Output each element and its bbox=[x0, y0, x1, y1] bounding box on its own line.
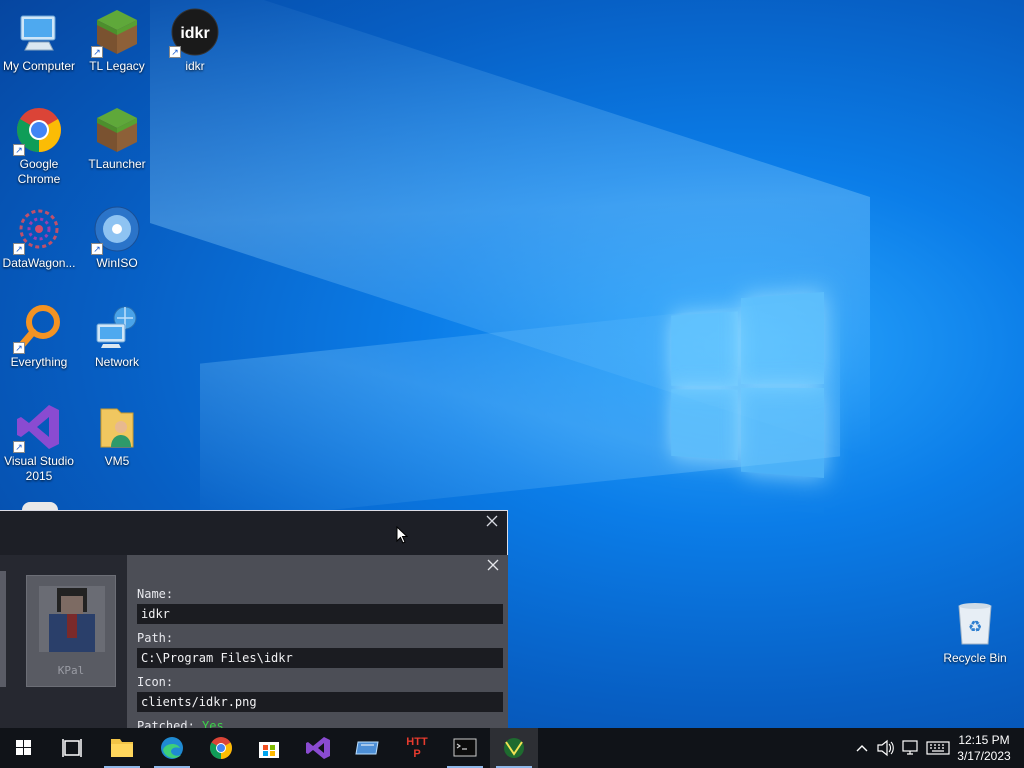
desktop-icon-google-chrome[interactable]: ↗ Google Chrome bbox=[0, 106, 78, 187]
show-hidden-icons-button[interactable] bbox=[852, 728, 872, 768]
file-explorer-icon bbox=[111, 739, 133, 757]
desktop-icon-tlauncher[interactable]: TLauncher bbox=[78, 106, 156, 172]
network-button[interactable] bbox=[898, 728, 922, 768]
panel-close-button[interactable] bbox=[486, 559, 500, 573]
computer-icon bbox=[15, 8, 63, 56]
taskbar-visual-studio[interactable] bbox=[295, 728, 343, 768]
terminal-icon bbox=[453, 738, 477, 757]
user-folder-icon bbox=[93, 403, 141, 451]
name-field[interactable]: idkr bbox=[137, 604, 503, 624]
client-details-panel: Name: idkr Path: C:\Program Files\idkr I… bbox=[127, 555, 508, 733]
taskbar-edge[interactable] bbox=[148, 728, 196, 768]
launcher-icon bbox=[504, 738, 524, 758]
icon-field[interactable]: clients/idkr.png bbox=[137, 692, 503, 712]
client-card-partial[interactable] bbox=[0, 571, 6, 687]
keyboard-button[interactable] bbox=[924, 728, 952, 768]
task-view-icon bbox=[62, 739, 82, 757]
windows-logo-wallpaper bbox=[671, 288, 824, 480]
shortcut-arrow-icon: ↗ bbox=[13, 441, 25, 453]
shortcut-arrow-icon: ↗ bbox=[91, 46, 103, 58]
desktop-icon-datawagon[interactable]: ↗ DataWagon... bbox=[0, 205, 78, 271]
client-card[interactable]: KPal bbox=[26, 575, 116, 687]
window-content: KPal Name: idkr Path: C:\Program Files\i… bbox=[0, 555, 508, 733]
grass-block-icon: ↗ bbox=[91, 8, 141, 58]
taskbar-store[interactable] bbox=[245, 728, 293, 768]
visual-studio-icon: ↗ bbox=[13, 403, 63, 453]
shortcut-arrow-icon: ↗ bbox=[13, 243, 25, 255]
desktop-icon-visual-studio[interactable]: ↗ Visual Studio 2015 bbox=[0, 403, 78, 484]
name-label: Name: bbox=[137, 587, 174, 601]
visual-studio-icon bbox=[306, 737, 330, 759]
clock-time: 12:15 PM bbox=[958, 733, 1010, 747]
desktop-icon-vm5[interactable]: VM5 bbox=[78, 403, 156, 469]
edge-icon bbox=[161, 737, 183, 759]
keyboard-icon bbox=[926, 741, 950, 755]
path-label: Path: bbox=[137, 631, 174, 645]
desktop-icon-network[interactable]: Network bbox=[78, 304, 156, 370]
taskbar-file-explorer[interactable] bbox=[98, 728, 146, 768]
task-view-button[interactable] bbox=[48, 728, 96, 768]
path-field[interactable]: C:\Program Files\idkr bbox=[137, 648, 503, 668]
desktop-icon-tl-legacy[interactable]: ↗ TL Legacy bbox=[78, 8, 156, 74]
recycle-bin-icon: ♻ bbox=[951, 600, 999, 648]
taskbar: HTTP 12:15 PM 3/17/2023 bbox=[0, 728, 1024, 768]
icon-label: Icon: bbox=[137, 675, 174, 689]
desktop-icon-partial[interactable] bbox=[22, 502, 58, 510]
shortcut-arrow-icon: ↗ bbox=[13, 342, 25, 354]
clock-date: 3/17/2023 bbox=[957, 749, 1011, 763]
start-icon bbox=[16, 740, 31, 755]
taskbar-launcher[interactable] bbox=[490, 728, 538, 768]
client-card-name: KPal bbox=[57, 664, 85, 677]
start-button[interactable] bbox=[0, 728, 48, 768]
network-status-icon bbox=[902, 740, 918, 755]
taskbar-app[interactable] bbox=[344, 728, 392, 768]
desktop-icon-my-computer[interactable]: My Computer bbox=[0, 8, 78, 74]
chrome-icon bbox=[210, 737, 232, 759]
shortcut-arrow-icon: ↗ bbox=[13, 144, 25, 156]
datawagon-icon: ↗ bbox=[13, 205, 63, 255]
desktop-icon-idkr[interactable]: idkr ↗ idkr bbox=[156, 8, 234, 74]
svg-text:♻: ♻ bbox=[968, 619, 982, 636]
disc-icon: ↗ bbox=[91, 205, 141, 255]
taskbar-http-debugger[interactable]: HTTP bbox=[393, 728, 441, 768]
svg-text:idkr: idkr bbox=[180, 25, 209, 42]
window-close-button[interactable] bbox=[485, 515, 499, 529]
volume-icon bbox=[877, 739, 894, 757]
mouse-cursor-icon bbox=[396, 526, 408, 544]
taskbar-terminal[interactable] bbox=[441, 728, 489, 768]
magnifier-icon: ↗ bbox=[13, 304, 63, 354]
client-avatar bbox=[39, 586, 105, 652]
store-icon bbox=[259, 742, 279, 758]
grass-block-icon bbox=[93, 106, 141, 154]
volume-button[interactable] bbox=[874, 728, 896, 768]
network-icon bbox=[93, 304, 141, 352]
desktop-icon-everything[interactable]: ↗ Everything bbox=[0, 304, 78, 370]
client-manager-window: KPal Name: idkr Path: C:\Program Files\i… bbox=[0, 510, 508, 733]
chevron-up-icon bbox=[856, 745, 868, 752]
shortcut-arrow-icon: ↗ bbox=[169, 46, 181, 58]
idkr-logo-icon: idkr ↗ bbox=[169, 8, 219, 58]
http-debugger-icon: HTTP bbox=[406, 736, 428, 760]
app-icon bbox=[355, 741, 379, 755]
taskbar-clock[interactable]: 12:15 PM 3/17/2023 bbox=[952, 732, 1016, 764]
desktop-icon-winiso[interactable]: ↗ WinISO bbox=[78, 205, 156, 271]
taskbar-chrome[interactable] bbox=[197, 728, 245, 768]
chrome-icon: ↗ bbox=[13, 106, 63, 156]
desktop-icon-recycle-bin[interactable]: ♻ Recycle Bin bbox=[936, 600, 1014, 666]
shortcut-arrow-icon: ↗ bbox=[91, 243, 103, 255]
